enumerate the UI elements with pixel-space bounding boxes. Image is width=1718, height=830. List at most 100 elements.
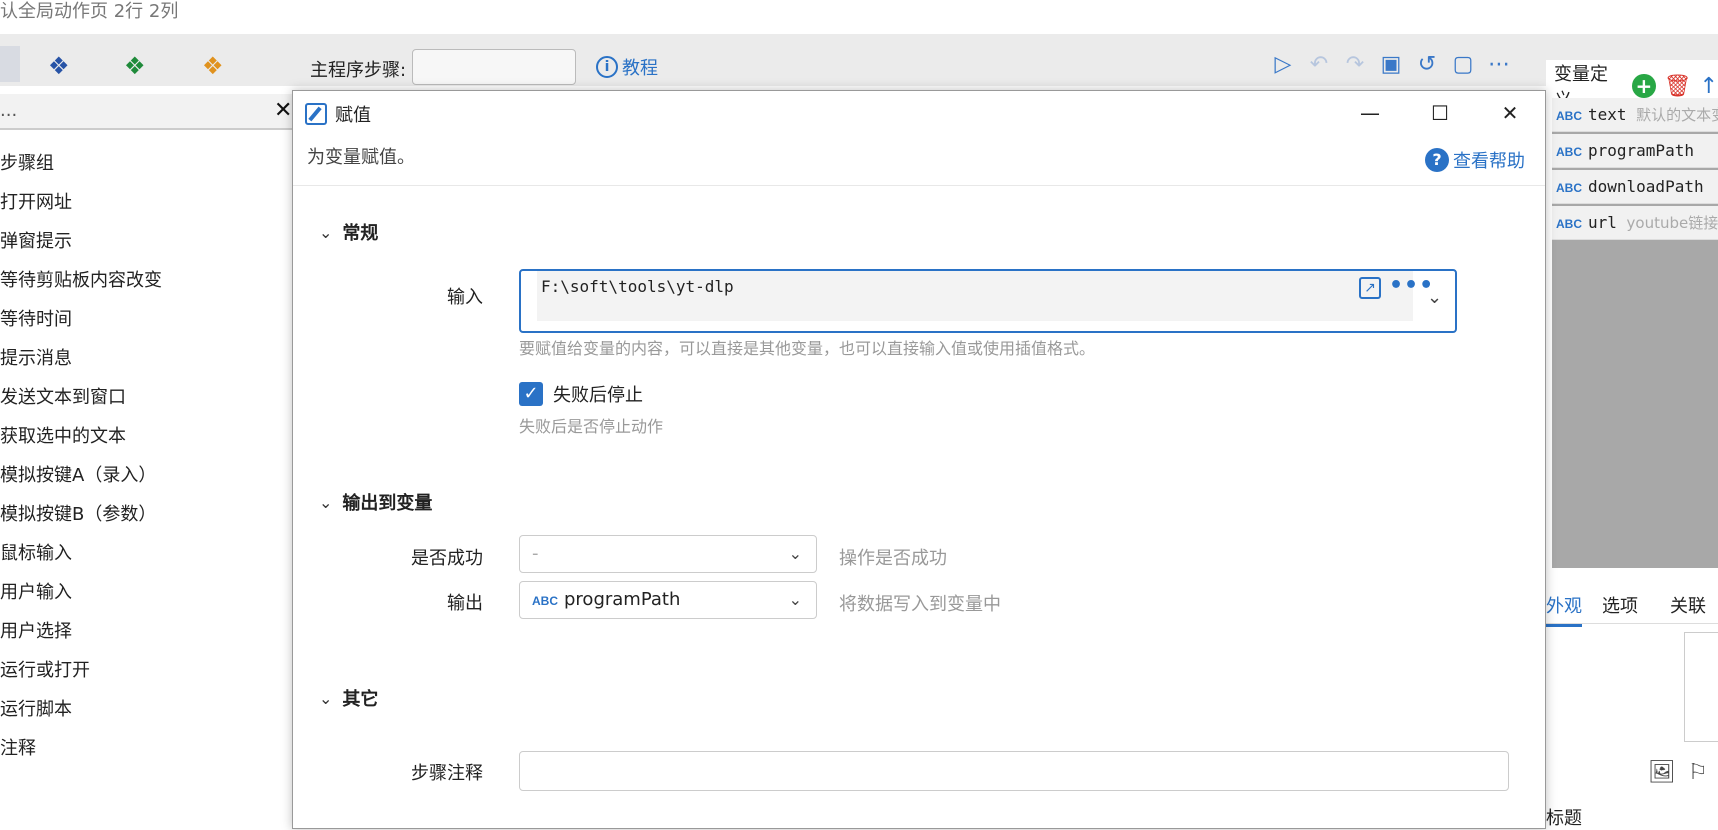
- variable-desc: youtube链接: [1626, 214, 1718, 232]
- variable-name: text: [1588, 105, 1627, 124]
- value-input-area[interactable]: F:\soft\tools\yt-dlp ↗ •••: [537, 271, 1433, 321]
- text-type-icon: ABC: [1556, 109, 1582, 123]
- properties-title-label: 标题: [1546, 808, 1582, 829]
- divider: [293, 185, 1545, 186]
- redo-icon[interactable]: ↷: [1344, 52, 1366, 77]
- undo-icon[interactable]: ↶: [1308, 52, 1330, 77]
- list-item[interactable]: 等待剪贴板内容改变: [0, 261, 292, 300]
- list-item[interactable]: 鼠标输入: [0, 534, 292, 573]
- variable-item[interactable]: ABC url youtube链接: [1552, 206, 1718, 240]
- success-select[interactable]: - ⌄: [519, 535, 817, 573]
- minimize-icon[interactable]: —: [1335, 91, 1405, 135]
- variable-item[interactable]: ABC programPath: [1552, 134, 1718, 168]
- success-value: -: [532, 543, 539, 564]
- info-icon: i: [596, 56, 618, 78]
- text-type-icon: ABC: [1556, 145, 1582, 159]
- cube-orange-icon[interactable]: ❖: [202, 54, 224, 78]
- section-general-title: 常规: [342, 223, 379, 244]
- cube-green-icon[interactable]: ❖: [124, 54, 146, 78]
- list-item[interactable]: 打开网址: [0, 183, 292, 222]
- value-input-field[interactable]: F:\soft\tools\yt-dlp ↗ ••• ⌄: [519, 269, 1457, 333]
- tutorial-link[interactable]: i 教程: [596, 54, 658, 80]
- flag-icon[interactable]: ⚐: [1688, 760, 1708, 785]
- list-item[interactable]: 提示消息: [0, 339, 292, 378]
- help-link[interactable]: ? 查看帮助: [1425, 147, 1525, 173]
- window-title: 认全局动作页 2行 2列: [0, 1, 179, 22]
- action-list-panel: ... ✕ 步骤组 打开网址 弹窗提示 等待剪贴板内容改变 等待时间 提示消息 …: [0, 86, 292, 829]
- output-hint: 将数据写入到变量中: [839, 594, 1001, 615]
- toolbar-selected-tab[interactable]: [0, 46, 20, 82]
- trash-icon[interactable]: 🗑: [1664, 74, 1692, 99]
- variable-name: programPath: [1588, 141, 1694, 160]
- list-item[interactable]: 用户选择: [0, 612, 292, 651]
- clear-search-icon[interactable]: ✕: [274, 98, 292, 123]
- variable-name: url: [1588, 213, 1617, 232]
- stop-on-fail-checkbox[interactable]: ✓ 失败后停止: [519, 381, 643, 407]
- sort-up-icon[interactable]: ↑: [1700, 74, 1718, 99]
- list-item[interactable]: 注释: [0, 729, 292, 768]
- tab-appearance[interactable]: 外观: [1546, 592, 1582, 627]
- step-note-input[interactable]: [519, 751, 1509, 791]
- tab-options[interactable]: 选项: [1602, 592, 1638, 618]
- preview-box: [1684, 632, 1718, 742]
- section-other-header[interactable]: ⌄ 其它: [319, 685, 378, 711]
- output-value: programPath: [564, 589, 681, 610]
- variable-list: ABC text 默认的文本变 ABC programPath ABC downloa…: [1552, 98, 1718, 568]
- maximize-icon[interactable]: ☐: [1405, 91, 1475, 135]
- image-icon[interactable]: 🖼: [1648, 760, 1676, 785]
- chevron-down-icon: ⌄: [788, 590, 802, 609]
- output-variable-select[interactable]: ABC programPath ⌄: [519, 581, 817, 619]
- cube-blue-icon[interactable]: ❖: [48, 54, 70, 78]
- checkmark-icon[interactable]: ✓: [519, 382, 543, 406]
- dialog-subtitle: 为变量赋值。: [307, 147, 415, 168]
- list-item[interactable]: 等待时间: [0, 300, 292, 339]
- list-item[interactable]: 模拟按键B（参数）: [0, 495, 292, 534]
- properties-icons: 🖼 ⚐: [1648, 760, 1708, 785]
- success-hint: 操作是否成功: [839, 548, 947, 569]
- text-type-icon: ABC: [532, 594, 558, 608]
- input-hint: 要赋值给变量的内容，可以直接是其他变量，也可以直接输入值或使用插值格式。: [519, 339, 1096, 358]
- tab-relations[interactable]: 关联: [1670, 592, 1706, 618]
- main-steps-input[interactable]: [412, 49, 576, 85]
- list-item[interactable]: 运行或打开: [0, 651, 292, 690]
- close-icon[interactable]: ✕: [1475, 91, 1545, 135]
- chevron-down-icon: ⌄: [319, 222, 333, 242]
- value-input-text[interactable]: F:\soft\tools\yt-dlp: [541, 277, 734, 296]
- open-external-icon[interactable]: ↗: [1359, 277, 1381, 299]
- list-item[interactable]: 步骤组: [0, 144, 292, 183]
- chevron-down-icon: ⌄: [319, 492, 333, 512]
- list-item[interactable]: 用户输入: [0, 573, 292, 612]
- list-item[interactable]: 模拟按键A（录入）: [0, 456, 292, 495]
- add-variable-icon[interactable]: +: [1632, 74, 1656, 98]
- chevron-down-icon: ⌄: [319, 688, 333, 708]
- list-item[interactable]: 获取选中的文本: [0, 417, 292, 456]
- section-other-title: 其它: [342, 689, 379, 710]
- note-icon[interactable]: ▢: [1452, 52, 1474, 77]
- section-general-header[interactable]: ⌄ 常规: [319, 219, 378, 245]
- input-label: 输入: [447, 287, 483, 308]
- search-placeholder: ...: [0, 100, 18, 121]
- section-output-header[interactable]: ⌄ 输出到变量: [319, 489, 432, 515]
- list-item[interactable]: 弹窗提示: [0, 222, 292, 261]
- assign-dialog: 赋值 — ☐ ✕ 为变量赋值。 ? 查看帮助 ⌄ 常规 输入 F:\soft\t…: [292, 90, 1546, 829]
- stop-on-fail-hint: 失败后是否停止动作: [519, 417, 664, 436]
- list-item[interactable]: 发送文本到窗口: [0, 378, 292, 417]
- action-search-input[interactable]: ... ✕: [0, 94, 292, 130]
- save-icon[interactable]: ▣: [1380, 52, 1402, 77]
- action-list: 步骤组 打开网址 弹窗提示 等待剪贴板内容改变 等待时间 提示消息 发送文本到窗…: [0, 144, 292, 768]
- window-controls: — ☐ ✕: [1335, 91, 1545, 135]
- play-icon[interactable]: ▷: [1272, 52, 1294, 77]
- toolbar-actions: ▷ ↶ ↷ ▣ ↺ ▢ ⋯: [1272, 52, 1510, 77]
- help-icon: ?: [1425, 148, 1449, 172]
- text-type-icon: ABC: [1556, 181, 1582, 195]
- help-label: 查看帮助: [1453, 151, 1525, 172]
- history-icon[interactable]: ↺: [1416, 52, 1438, 77]
- variable-item[interactable]: ABC text 默认的文本变: [1552, 98, 1718, 132]
- more-icon[interactable]: ⋯: [1488, 52, 1510, 77]
- variable-item[interactable]: ABC downloadPath: [1552, 170, 1718, 204]
- list-item[interactable]: 运行脚本: [0, 690, 292, 729]
- chevron-down-icon[interactable]: ⌄: [1427, 287, 1442, 308]
- main-steps-label: 主程序步骤:: [310, 60, 407, 81]
- variable-desc: 默认的文本变: [1636, 106, 1718, 124]
- stop-on-fail-label: 失败后停止: [553, 385, 643, 406]
